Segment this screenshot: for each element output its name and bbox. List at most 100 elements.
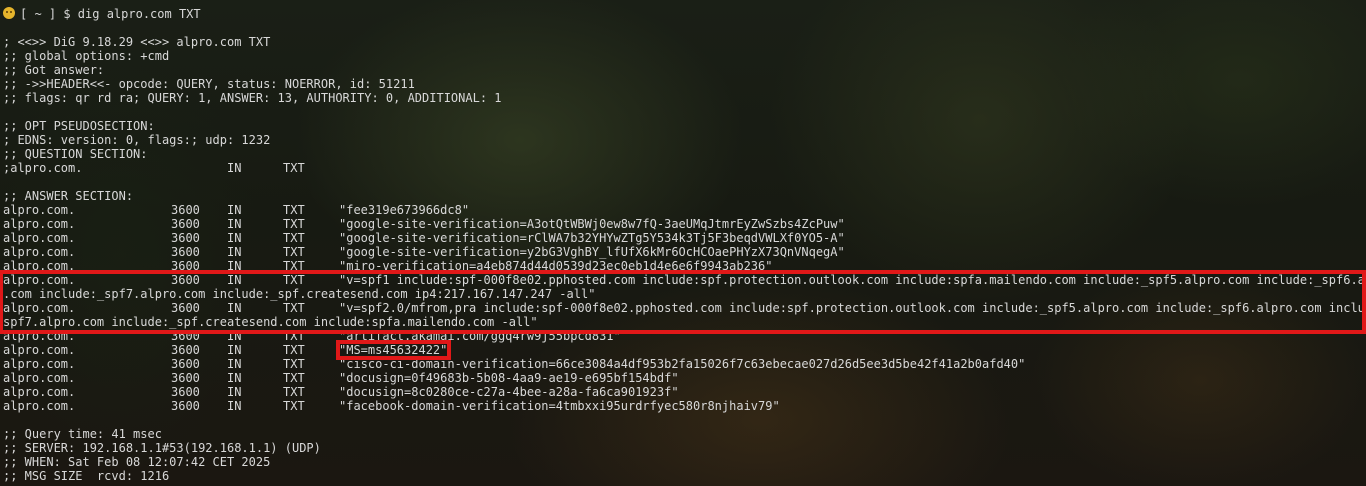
record-type: TXT — [283, 259, 305, 273]
record-row: alpro.com. 3600 IN TXT "fee319e673966dc8" — [3, 203, 1366, 217]
record-value: "facebook-domain-verification=4tmbxxi95u… — [339, 399, 780, 413]
opt-line: ;; OPT PSEUDOSECTION: — [3, 119, 155, 133]
record-class: IN — [227, 343, 242, 357]
answer-section-header: ;; ANSWER SECTION: — [3, 189, 134, 203]
record-ttl: 3600 — [171, 343, 200, 357]
record-value: "google-site-verification=rClWA7b32YHYwZ… — [339, 231, 845, 245]
record-value: "google-site-verification=A3otQtWBWj0ew8… — [339, 217, 845, 231]
record-name: alpro.com. — [3, 273, 76, 287]
record-type: TXT — [283, 273, 305, 287]
record-ttl: 3600 — [171, 203, 200, 217]
record-class: IN — [227, 217, 242, 231]
record-class: IN — [227, 231, 242, 245]
record-row: alpro.com. 3600 IN TXT "docusign=8c0280ce-c2… — [3, 385, 1366, 399]
record-type: TXT — [283, 245, 305, 259]
record-value: "docusign=8c0280ce-c27a-4bee-a28a-fa6ca9… — [339, 385, 679, 399]
record-type: TXT — [283, 231, 305, 245]
record-ttl: 3600 — [171, 217, 200, 231]
record-class: IN — [227, 385, 242, 399]
prompt-line: [ ~ ] $ dig alpro.com TXT — [3, 7, 1366, 21]
record-name: alpro.com. — [3, 245, 76, 259]
header-line: ;; global options: +cmd — [3, 49, 170, 63]
record-name: alpro.com. — [3, 231, 76, 245]
record-class: IN — [227, 273, 242, 287]
opt-line: ;; QUESTION SECTION: — [3, 147, 148, 161]
record-continuation: spf7.alpro.com include:_spf.createsend.c… — [3, 315, 538, 329]
record-type: TXT — [283, 371, 305, 385]
record-name: alpro.com. — [3, 329, 76, 343]
record-ttl: 3600 — [171, 231, 200, 245]
record-type: TXT — [283, 203, 305, 217]
header-line: ;; flags: qr rd ra; QUERY: 1, ANSWER: 13… — [3, 91, 502, 105]
record-value: "MS=ms45632422" — [339, 343, 448, 357]
record-name: alpro.com. — [3, 301, 76, 315]
record-row-spf2: alpro.com. 3600 IN TXT "v=spf2.0/mfrom,pra i… — [3, 301, 1366, 315]
question-name: ;alpro.com. — [3, 161, 83, 175]
record-class: IN — [227, 371, 242, 385]
record-value: "cisco-ci-domain-verification=66ce3084a4… — [339, 357, 1026, 371]
record-class: IN — [227, 259, 242, 273]
record-type: TXT — [283, 343, 305, 357]
footer-line: ;; SERVER: 192.168.1.1#53(192.168.1.1) (… — [3, 441, 321, 455]
header-line: ; <<>> DiG 9.18.29 <<>> alpro.com TXT — [3, 35, 271, 49]
record-row: alpro.com. 3600 IN TXT "docusign=0f49683b-5b… — [3, 371, 1366, 385]
record-name: alpro.com. — [3, 203, 76, 217]
record-row: alpro.com. 3600 IN TXT "facebook-domain-veri… — [3, 399, 1366, 413]
record-row-spf1: alpro.com. 3600 IN TXT "v=spf1 include:spf-0… — [3, 273, 1366, 287]
record-class: IN — [227, 245, 242, 259]
record-value: "google-site-verification=y2bG3VghBY_lfU… — [339, 245, 845, 259]
record-value: "fee319e673966dc8" — [339, 203, 470, 217]
record-name: alpro.com. — [3, 343, 76, 357]
record-type: TXT — [283, 385, 305, 399]
record-ttl: 3600 — [171, 245, 200, 259]
record-value: "miro-verification=a4eb874d44d0539d23ec0… — [339, 259, 773, 273]
record-row: alpro.com. 3600 IN TXT "google-site-verifica… — [3, 217, 1366, 231]
record-ttl: 3600 — [171, 329, 200, 343]
header-line: ;; Got answer: — [3, 63, 105, 77]
record-value: "v=spf2.0/mfrom,pra include:spf-000f8e02… — [339, 301, 1366, 315]
record-value: "artifact.akamai.com/ggq4rw9j55bpcd831" — [339, 329, 621, 343]
record-class: IN — [227, 301, 242, 315]
record-value: "v=spf1 include:spf-000f8e02.pphosted.co… — [339, 273, 1366, 287]
footer-line: ;; MSG SIZE rcvd: 1216 — [3, 469, 170, 483]
record-class: IN — [227, 399, 242, 413]
opt-line: ; EDNS: version: 0, flags:; udp: 1232 — [3, 133, 271, 147]
prompt-command: [ ~ ] $ dig alpro.com TXT — [20, 7, 201, 21]
footer-line: ;; Query time: 41 msec — [3, 427, 162, 441]
record-name: alpro.com. — [3, 357, 76, 371]
record-type: TXT — [283, 399, 305, 413]
record-ttl: 3600 — [171, 371, 200, 385]
record-name: alpro.com. — [3, 399, 76, 413]
record-name: alpro.com. — [3, 217, 76, 231]
record-type: TXT — [283, 217, 305, 231]
record-class: IN — [227, 357, 242, 371]
record-name: alpro.com. — [3, 259, 76, 273]
record-row: alpro.com. 3600 IN TXT "miro-verification=a4… — [3, 259, 1366, 273]
record-type: TXT — [283, 301, 305, 315]
record-row: alpro.com. 3600 IN TXT "artifact.akamai.com/… — [3, 329, 1366, 343]
record-ttl: 3600 — [171, 259, 200, 273]
record-ttl: 3600 — [171, 399, 200, 413]
record-ttl: 3600 — [171, 273, 200, 287]
terminal-output[interactable]: [ ~ ] $ dig alpro.com TXT ; <<>> DiG 9.1… — [3, 7, 1366, 483]
record-ttl: 3600 — [171, 357, 200, 371]
record-ttl: 3600 — [171, 385, 200, 399]
record-row: alpro.com. 3600 IN TXT "cisco-ci-domain-veri… — [3, 357, 1366, 371]
record-class: IN — [227, 329, 242, 343]
prompt-emoji-icon — [3, 7, 15, 19]
record-value: "docusign=0f49683b-5b08-4aa9-ae19-e695bf… — [339, 371, 679, 385]
record-name: alpro.com. — [3, 371, 76, 385]
question-type: TXT — [283, 161, 305, 175]
record-type: TXT — [283, 329, 305, 343]
record-row: alpro.com. 3600 IN TXT "google-site-verifica… — [3, 245, 1366, 259]
header-line: ;; ->>HEADER<<- opcode: QUERY, status: N… — [3, 77, 415, 91]
footer-line: ;; WHEN: Sat Feb 08 12:07:42 CET 2025 — [3, 455, 271, 469]
question-line: ;alpro.com. IN TXT — [3, 161, 1366, 175]
record-type: TXT — [283, 357, 305, 371]
record-ttl: 3600 — [171, 301, 200, 315]
record-row-ms: alpro.com. 3600 IN TXT "MS=ms45632422" — [3, 343, 1366, 357]
